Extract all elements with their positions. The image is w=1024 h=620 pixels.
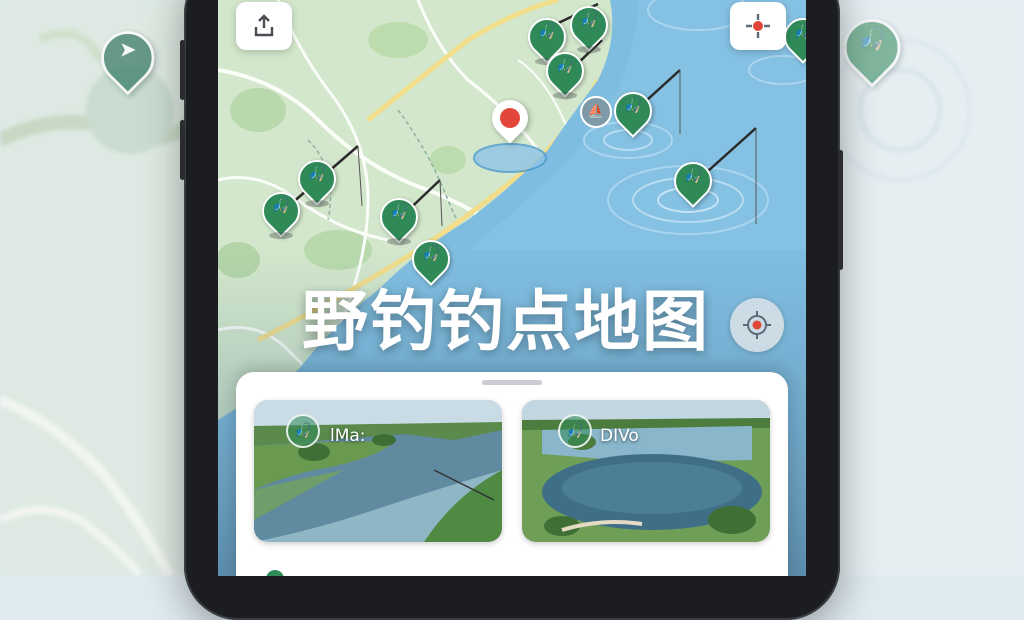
boat-spot-badge[interactable]: ⛵ [580,96,612,128]
page-title: 野钓钓点地图 [302,283,710,360]
locate-button[interactable] [730,298,784,352]
app-screen: 🎣 🎣 🎣 🎣 🎣 🎣 🎣 🎣 🎣 🎣 ⛵ 野钓钓点地图 🎣 lMa: 🎣 DI… [218,0,806,576]
spot-card-label: lMa: [330,426,366,446]
spot-card-label: DIVo [600,426,639,446]
fishing-spot-marker[interactable]: 🎣 [372,190,426,245]
bg-location-marker: ➤ [90,20,166,96]
fishing-spot-icon: 🎣 [537,22,557,40]
share-upload-icon [254,14,274,37]
fishing-spot-icon: 🎣 [857,25,887,52]
spot-card-photo [522,400,770,542]
sheet-next-row [266,568,566,576]
fishing-spot-icon: 🎣 [623,96,643,114]
bg-fishing-marker: 🎣 [831,7,913,88]
spot-card[interactable]: 🎣 DIVo [522,400,770,542]
fishing-spot-icon: 🎣 [421,244,441,262]
fishing-spot-icon: 🎣 [793,22,806,40]
fishing-spot-marker[interactable]: 🎣 [290,152,344,207]
volume-down-button [180,120,185,180]
locate-target-icon [743,311,771,339]
fishing-spot-icon: 🎣 [579,10,599,28]
fishing-spot-icon: 🎣 [558,414,592,448]
spot-card[interactable]: 🎣 lMa: [254,400,502,542]
sheet-drag-handle[interactable] [482,380,542,385]
compass-settings-button[interactable] [730,2,786,50]
compass-icon: ➤ [118,36,137,62]
fishing-spot-marker[interactable]: 🎣 [562,0,616,53]
fishing-spot-icon: 🎣 [307,164,327,182]
bottom-sheet[interactable]: 🎣 lMa: 🎣 DIVo [236,372,788,576]
fishing-spot-marker[interactable]: 🎣 [606,84,660,138]
fishing-spot-marker[interactable]: 🎣 [666,154,720,208]
fishing-spot-icon: 🎣 [389,202,409,220]
fishing-spot-marker[interactable]: 🎣 [538,44,592,99]
power-button [838,150,843,270]
fishing-spot-icon: 🎣 [683,166,703,184]
fishing-spot-marker[interactable]: 🎣 [776,10,806,64]
boat-icon: ⛵ [587,104,605,119]
current-location-pin[interactable] [484,92,536,156]
share-button[interactable] [236,2,292,50]
volume-up-button [180,40,185,100]
compass-settings-icon [746,14,770,38]
fishing-spot-icon: 🎣 [271,196,291,214]
fishing-spot-icon: 🎣 [286,414,320,448]
fishing-spot-icon: 🎣 [555,56,575,74]
fishing-spot-marker[interactable]: 🎣 [254,184,308,239]
